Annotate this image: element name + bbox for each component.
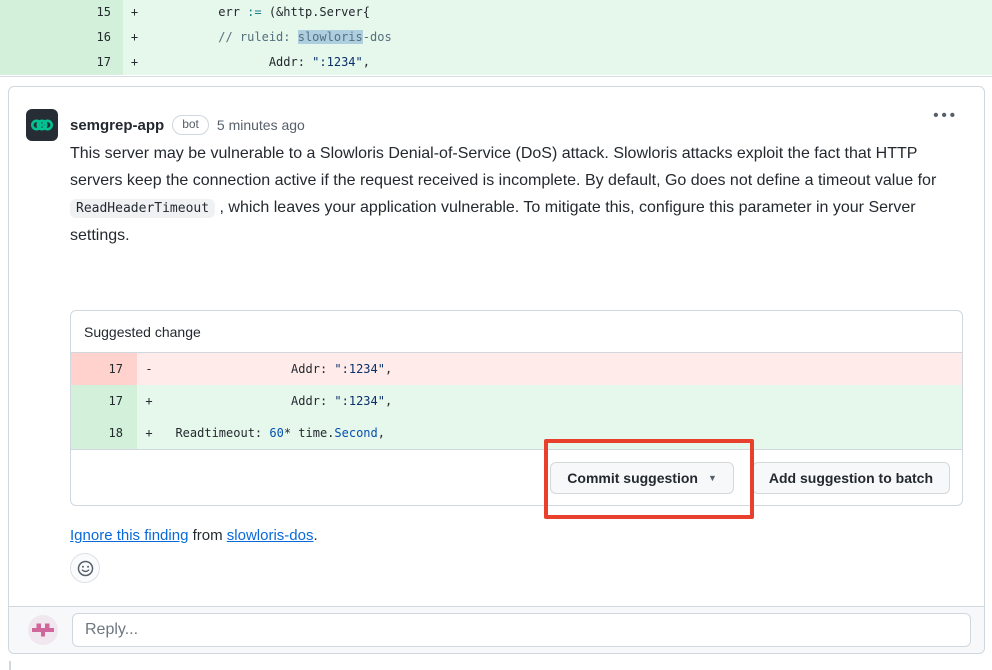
reply-bar (9, 606, 984, 653)
suggestion-actions: Commit suggestion ▼ Add suggestion to ba… (71, 449, 962, 505)
diff-marker: - (137, 353, 161, 385)
line-number: 16 (0, 25, 123, 50)
code-line: Addr: ":1234", (161, 385, 962, 417)
next-card-border (9, 661, 11, 670)
add-reaction-button[interactable] (70, 553, 100, 583)
diff-line: 17 + Addr: ":1234", (0, 50, 992, 75)
code-line: // ruleid: slowloris-dos (146, 25, 992, 50)
comment-options-kebab-icon[interactable]: ••• (933, 107, 958, 124)
line-number: 17 (0, 50, 123, 75)
inline-code-span: ReadHeaderTimeout (70, 199, 215, 218)
diff-marker: + (137, 385, 161, 417)
batch-button-label: Add suggestion to batch (769, 470, 933, 486)
diff-line: 16 + // ruleid: slowloris-dos (0, 25, 992, 50)
reply-input[interactable] (72, 613, 971, 647)
suggestion-added-line: 17 + Addr: ":1234", (71, 385, 962, 417)
finding-links: Ignore this finding from slowloris-dos. (70, 527, 318, 544)
code-line: Readtimeout: 60* time.Second, (161, 417, 962, 449)
code-diff-context: 15 + err := (&http.Server{ 16 + // rulei… (0, 0, 992, 77)
review-comment-card: semgrep-app bot 5 minutes ago ••• This s… (8, 86, 985, 654)
semgrep-bot-avatar[interactable] (26, 109, 58, 141)
highlighted-token: slowloris (298, 30, 363, 44)
commit-suggestion-label: Commit suggestion (567, 470, 698, 486)
comment-header: semgrep-app bot 5 minutes ago (70, 115, 305, 135)
diff-marker: + (123, 25, 146, 50)
chevron-down-icon: ▼ (708, 473, 717, 483)
diff-marker: + (123, 0, 146, 25)
user-avatar (28, 615, 58, 645)
semgrep-logo-icon (29, 112, 55, 138)
suggested-change-block: Suggested change 17 - Addr: ":1234", 17 … (70, 310, 963, 506)
line-number: 15 (0, 0, 123, 25)
code-line: Addr: ":1234", (146, 50, 992, 75)
diff-line: 15 + err := (&http.Server{ (0, 0, 992, 25)
rule-link[interactable]: slowloris-dos (227, 527, 314, 544)
commit-suggestion-button[interactable]: Commit suggestion ▼ (550, 462, 734, 494)
timestamp[interactable]: 5 minutes ago (217, 117, 305, 133)
code-line: Addr: ":1234", (161, 353, 962, 385)
line-number: 17 (71, 353, 137, 385)
author-name[interactable]: semgrep-app (70, 117, 164, 134)
identicon (32, 619, 54, 641)
code-line: err := (&http.Server{ (146, 0, 992, 25)
ignore-finding-link[interactable]: Ignore this finding (70, 527, 188, 544)
line-number: 18 (71, 417, 137, 449)
suggestion-deleted-line: 17 - Addr: ":1234", (71, 353, 962, 385)
suggestion-added-line: 18 + Readtimeout: 60* time.Second, (71, 417, 962, 449)
smiley-icon (77, 560, 94, 577)
body-text-before: This server may be vulnerable to a Slowl… (70, 145, 936, 189)
add-suggestion-to-batch-button[interactable]: Add suggestion to batch (752, 462, 950, 494)
bot-badge: bot (172, 115, 209, 135)
diff-marker: + (137, 417, 161, 449)
line-number: 17 (71, 385, 137, 417)
diff-marker: + (123, 50, 146, 75)
suggested-change-title: Suggested change (71, 311, 962, 353)
comment-body: This server may be vulnerable to a Slowl… (70, 140, 946, 249)
